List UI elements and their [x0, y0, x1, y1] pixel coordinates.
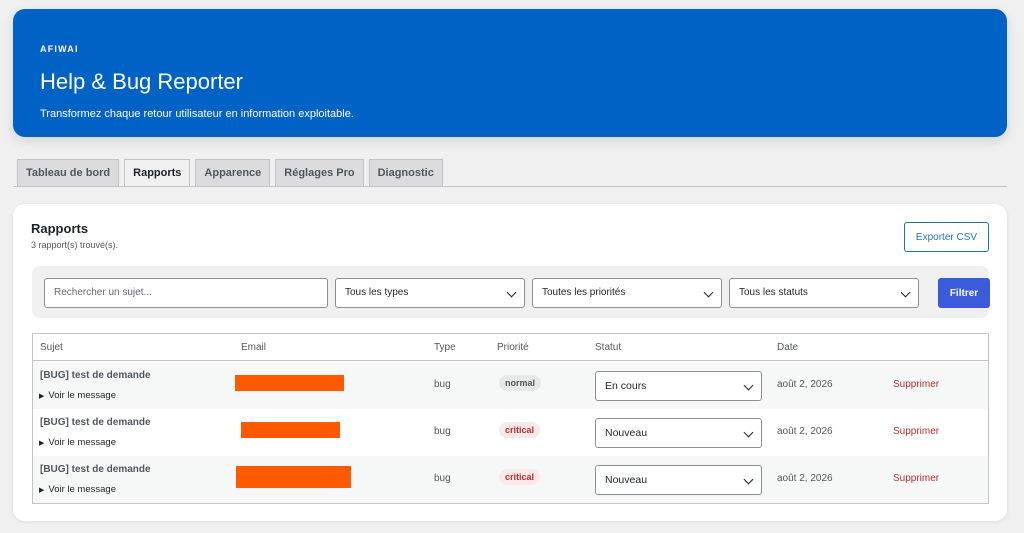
priority-badge: normal	[499, 375, 542, 391]
filter-button[interactable]: Filtrer	[938, 278, 990, 308]
priority-badge: critical	[499, 422, 541, 438]
status-select-value: Tous les statuts	[739, 287, 808, 298]
chevron-down-icon	[900, 287, 911, 298]
header-banner: AFIWAI Help & Bug Reporter Transformez c…	[13, 9, 1007, 137]
reports-count: 3 rapport(s) trouvé(s).	[31, 240, 119, 250]
row-status-select[interactable]: En cours	[595, 371, 762, 401]
row-status-value: Nouveau	[605, 427, 648, 439]
search-input[interactable]: Rechercher un sujet...	[44, 278, 328, 308]
view-message-toggle[interactable]: ▶ Voir le message	[39, 390, 116, 401]
priority-select-value: Toutes les priorités	[542, 287, 626, 298]
col-date: Date	[777, 342, 799, 353]
tab-dashboard[interactable]: Tableau de bord	[17, 159, 120, 186]
row-subject: [BUG] test de demande	[40, 417, 151, 428]
priority-select[interactable]: Toutes les priorités	[532, 278, 722, 308]
view-message-toggle[interactable]: ▶ Voir le message	[39, 437, 116, 448]
row-type: bug	[434, 473, 451, 484]
tab-appearance[interactable]: Apparence	[195, 159, 271, 186]
table-row: [BUG] test de demande ▶ Voir le message b…	[33, 456, 988, 503]
reports-card: Rapports 3 rapport(s) trouvé(s). Exporte…	[13, 204, 1007, 521]
view-message-label: Voir le message	[48, 390, 116, 401]
page-title: Help & Bug Reporter	[40, 69, 243, 94]
reports-table: Sujet Email Type Priorité Statut Date [B…	[32, 333, 989, 504]
triangle-right-icon: ▶	[39, 487, 45, 494]
col-type: Type	[434, 342, 456, 353]
chevron-down-icon	[743, 427, 754, 438]
priority-badge: critical	[499, 469, 541, 485]
filter-bar: Rechercher un sujet... Tous les types To…	[32, 266, 990, 318]
triangle-right-icon: ▶	[39, 440, 45, 447]
row-type: bug	[434, 426, 451, 437]
tab-pro-settings[interactable]: Réglages Pro	[275, 159, 364, 186]
type-select[interactable]: Tous les types	[335, 278, 525, 308]
type-select-value: Tous les types	[345, 287, 409, 298]
search-placeholder: Rechercher un sujet...	[54, 287, 152, 298]
delete-link[interactable]: Supprimer	[893, 426, 939, 437]
row-status-select[interactable]: Nouveau	[595, 418, 762, 448]
col-priority: Priorité	[497, 342, 529, 353]
tab-bar: Tableau de bord Rapports Apparence Régla…	[17, 159, 443, 187]
table-header: Sujet Email Type Priorité Statut Date	[33, 334, 988, 361]
row-status-value: En cours	[605, 380, 647, 392]
tab-diagnostic[interactable]: Diagnostic	[368, 159, 443, 186]
col-subject: Sujet	[40, 342, 63, 353]
row-date: août 2, 2026	[777, 379, 833, 390]
row-status-select[interactable]: Nouveau	[595, 465, 762, 495]
row-status-value: Nouveau	[605, 474, 648, 486]
delete-link[interactable]: Supprimer	[893, 379, 939, 390]
export-csv-button[interactable]: Exporter CSV	[904, 222, 989, 252]
delete-link[interactable]: Supprimer	[893, 473, 939, 484]
redacted-email	[235, 375, 344, 391]
chevron-down-icon	[506, 287, 517, 298]
row-subject: [BUG] test de demande	[40, 464, 151, 475]
redacted-email	[241, 422, 340, 438]
row-date: août 2, 2026	[777, 426, 833, 437]
status-select[interactable]: Tous les statuts	[729, 278, 919, 308]
chevron-down-icon	[743, 474, 754, 485]
table-row: [BUG] test de demande ▶ Voir le message b…	[33, 409, 988, 456]
row-date: août 2, 2026	[777, 473, 833, 484]
reports-title: Rapports	[31, 221, 89, 236]
tab-divider	[13, 186, 1007, 187]
chevron-down-icon	[703, 287, 714, 298]
col-status: Statut	[595, 342, 622, 353]
triangle-right-icon: ▶	[39, 393, 45, 400]
redacted-email	[236, 466, 351, 488]
row-type: bug	[434, 379, 451, 390]
tab-reports[interactable]: Rapports	[124, 159, 191, 187]
view-message-label: Voir le message	[48, 437, 116, 448]
table-row: [BUG] test de demande ▶ Voir le message b…	[33, 362, 988, 409]
row-subject: [BUG] test de demande	[40, 370, 151, 381]
brand-name: AFIWAI	[40, 44, 79, 54]
view-message-label: Voir le message	[48, 484, 116, 495]
view-message-toggle[interactable]: ▶ Voir le message	[39, 484, 116, 495]
page-subtitle: Transformez chaque retour utilisateur en…	[40, 108, 354, 120]
chevron-down-icon	[743, 380, 754, 391]
col-email: Email	[241, 342, 267, 353]
